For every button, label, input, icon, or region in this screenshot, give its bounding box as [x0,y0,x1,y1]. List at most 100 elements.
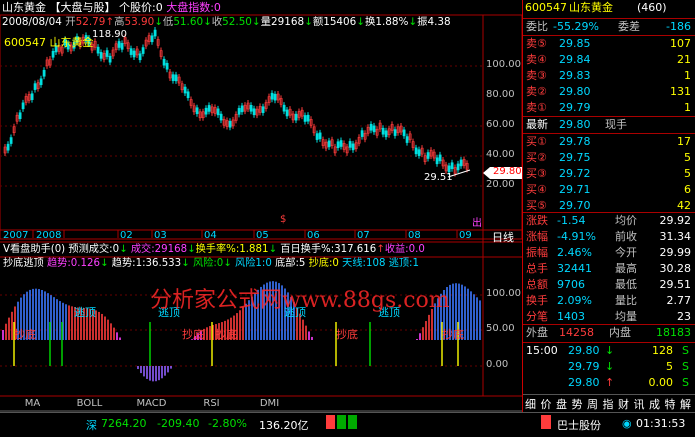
broker-flag-icon [541,415,551,429]
tab-macd[interactable]: MACD [124,396,179,411]
quote-tab[interactable]: 势 [572,396,583,412]
indicator-line: 抄底逃顶 趋势:0.126↓ 趋势:1:36.533↓ 风险:0↓ 风险1:0 … [3,258,419,269]
weight-mark-dollar[interactable]: $ [280,214,286,225]
tick-direction-icon: ↑ [605,376,615,389]
stat-row: 涨跌 -1.54 均价 29.92 [523,213,695,229]
ask-row[interactable]: 卖④ 29.84 21 [523,52,695,68]
indicator-risk-b: 风险1:0 [235,258,272,269]
bid-row[interactable]: 买① 29.78 17 [523,134,695,150]
dip-label: 抄底 [442,328,464,341]
candle-body [327,140,331,148]
bid-row-volume: 6 [684,183,691,196]
date-axis-07: 07 [357,230,370,241]
ask-row[interactable]: 卖③ 29.83 1 [523,68,695,84]
date-axis-02: 02 [120,230,133,241]
links-menu[interactable]: 【大盘与股】 [50,1,116,14]
status-index-name: 深 [86,419,97,432]
status-broker[interactable]: 巴士股份 [557,417,601,433]
status-pct: -2.80% [208,417,247,430]
chart-area[interactable]: 山东黄金 【大盘与股】 个股价:0 大盘指数:0 2008/08/04 开52.… [0,0,522,436]
price-axis-20: 20.00 [486,179,515,190]
date-axis-2007: 2007 [3,230,29,241]
close-value: 52.50 [222,16,252,28]
candle-body [162,58,166,66]
bid-row-volume: 17 [677,135,691,148]
ask-row-label: 卖③ [526,69,547,82]
stat-row: 换手 2.09% 量比 2.77 [523,293,695,309]
quote-tab[interactable]: 周 [587,396,598,412]
candle-body [132,50,136,58]
quote-tab[interactable]: 指 [603,396,614,412]
quote-tab[interactable]: 价 [541,396,552,412]
candle-body [285,109,289,117]
quote-tab[interactable]: 盘 [556,396,567,412]
quote-tab[interactable]: 讯 [634,396,645,412]
clock-icon: ◉ [622,417,632,430]
tab-dmi[interactable]: DMI [242,396,297,411]
candle-body [42,69,46,77]
ask-row[interactable]: 卖② 29.80 131 [523,84,695,100]
candle-body [150,35,154,43]
tab-boll[interactable]: BOLL [62,396,117,411]
bid-row-price: 29.75 [559,151,591,164]
bid-row-label: 买④ [526,183,547,196]
candle-body [174,74,178,82]
quote-tab[interactable]: 成 [649,396,660,412]
candle-body [249,104,253,112]
bid-row[interactable]: 买② 29.75 5 [523,150,695,166]
bid-row-price: 29.78 [559,135,591,148]
quote-tab[interactable]: 细 [525,396,536,412]
ask-row[interactable]: 卖⑤ 29.85 107 [523,36,695,52]
stat-label: 总手 [526,262,548,275]
amount-value: 额15406 [312,16,357,28]
ask-row-price: 29.85 [559,37,591,50]
bid-row-price: 29.72 [559,167,591,180]
low-label: 低 [162,16,174,28]
ask-row-volume: 107 [670,37,691,50]
ask-row-volume: 131 [670,85,691,98]
stat-value: 32441 [557,262,592,275]
stat-label: 分笔 [526,310,548,323]
date-axis-08: 08 [408,230,421,241]
ask-row[interactable]: 卖① 29.79 1 [523,100,695,116]
bid-row[interactable]: 买④ 29.71 6 [523,182,695,198]
candle-body [384,130,388,138]
tick-direction-icon: ↓ [605,360,615,373]
quote-tab[interactable]: 特 [665,396,676,412]
stat-label: 前收 [615,230,637,243]
price-axis-100: 100.00 [486,59,521,70]
indicator-sky: 天线:108 [342,258,386,269]
high-label: 高 [114,16,125,28]
quote-tab[interactable]: 解 [680,396,691,412]
tab-rsi[interactable]: RSI [184,396,239,411]
current-hand-label: 现手 [605,118,627,131]
stat-label: 总额 [526,278,548,291]
price-axis-60: 60.00 [486,119,515,130]
candle-body [273,93,277,101]
stat-value: 2.77 [666,294,692,307]
candle-body [303,115,307,122]
indicator-risk-a: 风险:0 [192,258,224,269]
dip-label: 抄底 [182,328,204,341]
stock-index-label: 个股价:0 [119,1,163,14]
latest-value: 29.80 [559,118,591,131]
indicator-dip: 抄底:0 [308,258,339,269]
candle-body [456,163,460,171]
tab-ma[interactable]: MA [5,396,60,411]
period-label[interactable]: 日线 [492,229,514,245]
volbar-title: V看盘助手(0) 预测成交:0 [3,244,120,255]
weight-mark-out[interactable]: 出 [472,214,482,229]
ask-row-volume: 1 [684,101,691,114]
chart-stock-code: 600547 [4,36,46,49]
latest-row: 最新 29.80 现手 [523,116,695,133]
bid-row[interactable]: 买③ 29.72 5 [523,166,695,182]
candle-body [402,129,406,137]
quote-tab[interactable]: 财 [618,396,629,412]
candle-body [318,132,322,140]
dip-label: 抄底 [336,328,358,341]
high-price-label: 118.90 [92,29,127,40]
stat-row: 分笔 1403 均量 23 [523,309,695,325]
candle-body [165,62,169,70]
price-gridlines [0,65,483,187]
date-axis-05: 05 [256,230,269,241]
